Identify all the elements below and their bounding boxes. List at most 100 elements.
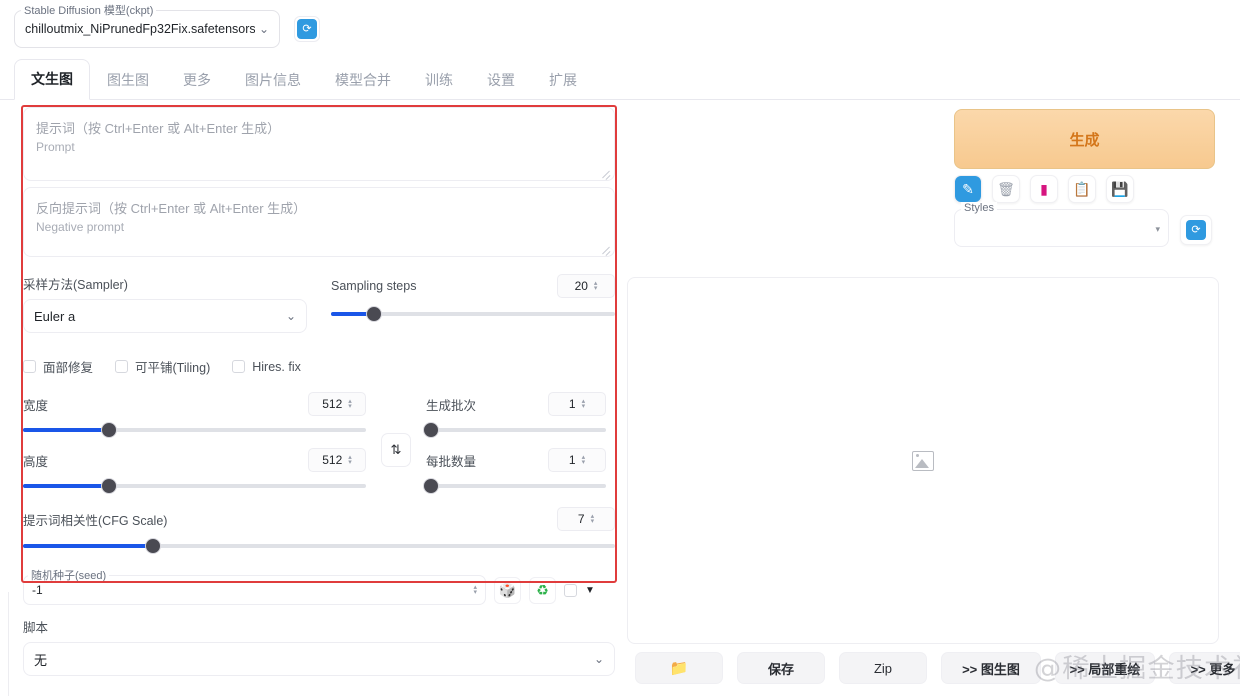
tiling-label: 可平铺(Tiling) (135, 361, 211, 375)
batch-size-slider[interactable] (423, 478, 606, 494)
refresh-icon: ⟳ (1186, 220, 1206, 240)
negative-prompt-textarea[interactable]: 反向提示词（按 Ctrl+Enter 或 Alt+Enter 生成） Negat… (23, 187, 615, 257)
generate-label: 生成 (1069, 131, 1100, 149)
slider-thumb[interactable] (145, 538, 162, 554)
spinner-icon[interactable]: ▴ ▾ (473, 584, 477, 596)
batch-count-input[interactable]: 1 ▴ ▾ (548, 392, 606, 416)
cfg-scale-slider[interactable] (23, 538, 615, 554)
checkpoint-value: chilloutmix_NiPrunedFp32Fix.safetensors … (25, 22, 255, 36)
checkbox-icon[interactable] (115, 360, 129, 373)
slider-track (426, 428, 606, 432)
tab-extras[interactable]: 更多 (166, 60, 228, 100)
main-content: 提示词（按 Ctrl+Enter 或 Alt+Enter 生成） Prompt … (0, 100, 1240, 696)
txt2img-settings-panel: 提示词（按 Ctrl+Enter 或 Alt+Enter 生成） Prompt … (23, 107, 615, 676)
negative-prompt-placeholder-en: Negative prompt (36, 220, 125, 234)
cfg-scale-input[interactable]: 7 ▴ ▾ (557, 507, 615, 531)
spinner-icon[interactable]: ▴ ▾ (582, 398, 586, 410)
slider-thumb[interactable] (100, 422, 117, 438)
send-to-extras-button[interactable]: >> 更多 (1169, 652, 1240, 684)
tab-extensions[interactable]: 扩展 (532, 60, 594, 100)
tab-settings[interactable]: 设置 (470, 60, 532, 100)
script-label: 脚本 (23, 621, 49, 635)
result-gallery[interactable] (627, 277, 1219, 644)
chevron-down-icon: ▾ (1155, 224, 1160, 234)
checkbox-icon[interactable] (232, 360, 246, 373)
folder-icon: 📁 (669, 660, 689, 677)
clear-prompt-button[interactable]: 🗑 (992, 175, 1020, 203)
clipboard-icon: 📋 (1073, 180, 1091, 197)
sampler-select[interactable]: Euler a ⌄ (23, 299, 307, 333)
swap-dimensions-button[interactable]: ⇅ (381, 433, 411, 467)
slider-thumb[interactable] (423, 478, 440, 494)
seed-label: 随机种子(seed) (28, 567, 110, 583)
cfg-scale-value: 7 (577, 512, 585, 526)
prompt-textarea[interactable]: 提示词（按 Ctrl+Enter 或 Alt+Enter 生成） Prompt (23, 107, 615, 181)
restore-faces-checkbox[interactable]: 面部修复 (23, 357, 93, 376)
extra-networks-button[interactable]: ▮ (1030, 175, 1058, 203)
swap-icon: ⇅ (390, 442, 402, 457)
model-selection-bar: Stable Diffusion 模型(ckpt) chilloutmix_Ni… (0, 0, 1240, 58)
book-icon: ▮ (1040, 180, 1048, 197)
pen-icon: ✎ (962, 180, 974, 197)
sampler-value: Euler a (34, 308, 76, 324)
height-input[interactable]: 512 ▴ ▾ (308, 448, 366, 472)
seed-input[interactable]: 随机种子(seed) -1 ▴ ▾ (23, 567, 486, 605)
batch-count-slider[interactable] (423, 422, 606, 438)
gallery-actions: 📁 保存 Zip >> 图生图 >> 局部重绘 >> 更多 (635, 652, 1240, 684)
tiling-checkbox[interactable]: 可平铺(Tiling) (115, 357, 210, 376)
paste-pen-button[interactable]: ✎ (954, 175, 982, 203)
save-button[interactable]: 保存 (737, 652, 825, 684)
tab-txt2img[interactable]: 文生图 (14, 59, 90, 100)
refresh-models-button[interactable]: ⟳ (294, 16, 320, 42)
slider-thumb[interactable] (365, 306, 382, 322)
spinner-icon[interactable]: ▴ ▾ (348, 454, 352, 466)
sampling-steps-label: Sampling steps (331, 279, 417, 293)
height-slider[interactable] (23, 478, 366, 494)
batch-size-value: 1 (568, 453, 576, 467)
generate-button[interactable]: 生成 (954, 109, 1215, 169)
batch-size-input[interactable]: 1 ▴ ▾ (548, 448, 606, 472)
sampling-steps-value: 20 (574, 279, 588, 293)
expand-seed-caret-icon[interactable]: ▼ (585, 585, 595, 596)
styles-select[interactable]: Styles ▾ (954, 202, 1169, 247)
apply-style-button[interactable]: 📋 (1068, 175, 1096, 203)
send-to-inpaint-button[interactable]: >> 局部重绘 (1055, 652, 1155, 684)
spinner-icon[interactable]: ▴ ▾ (591, 513, 595, 525)
tab-img2img[interactable]: 图生图 (90, 60, 166, 100)
script-select[interactable]: 无 ⌄ (23, 642, 615, 676)
width-input[interactable]: 512 ▴ ▾ (308, 392, 366, 416)
hires-fix-checkbox[interactable]: Hires. fix (232, 360, 301, 374)
resize-handle[interactable] (600, 166, 612, 178)
prompt-placeholder-cn: 提示词（按 Ctrl+Enter 或 Alt+Enter 生成） (36, 121, 281, 136)
slider-track (426, 484, 606, 488)
sampling-steps-input[interactable]: 20 ▴ ▾ (557, 274, 615, 298)
checkbox-icon[interactable] (23, 360, 36, 373)
tab-checkpoint-merger[interactable]: 模型合并 (318, 60, 408, 100)
refresh-styles-button[interactable]: ⟳ (1180, 215, 1212, 245)
save-label: 保存 (767, 661, 794, 677)
sampling-steps-slider[interactable] (331, 306, 615, 322)
styles-label: Styles (961, 202, 997, 214)
tab-train[interactable]: 训练 (408, 60, 470, 100)
main-tabs: 文生图 图生图 更多 图片信息 模型合并 训练 设置 扩展 (0, 59, 1240, 100)
checkpoint-select[interactable]: Stable Diffusion 模型(ckpt) chilloutmix_Ni… (14, 2, 280, 48)
slider-fill (23, 544, 154, 548)
extra-seed-checkbox[interactable] (564, 583, 577, 597)
random-seed-button[interactable]: 🎲 (494, 576, 521, 604)
spinner-icon[interactable]: ▴ ▾ (594, 280, 598, 292)
spinner-icon[interactable]: ▴ ▾ (582, 454, 586, 466)
resize-handle[interactable] (600, 242, 612, 254)
dice-icon: 🎲 (498, 581, 517, 598)
broken-image-icon (912, 450, 934, 471)
send-to-img2img-label: >> 图生图 (962, 661, 1020, 677)
width-slider[interactable] (23, 422, 366, 438)
slider-thumb[interactable] (423, 422, 440, 438)
slider-thumb[interactable] (100, 478, 117, 494)
spinner-icon[interactable]: ▴ ▾ (348, 398, 352, 410)
open-folder-button[interactable]: 📁 (635, 652, 723, 684)
send-to-img2img-button[interactable]: >> 图生图 (941, 652, 1041, 684)
save-style-button[interactable]: 💾 (1106, 175, 1134, 203)
zip-button[interactable]: Zip (839, 652, 927, 684)
tab-pnginfo[interactable]: 图片信息 (228, 60, 318, 100)
reuse-seed-button[interactable]: ♻ (529, 576, 556, 604)
